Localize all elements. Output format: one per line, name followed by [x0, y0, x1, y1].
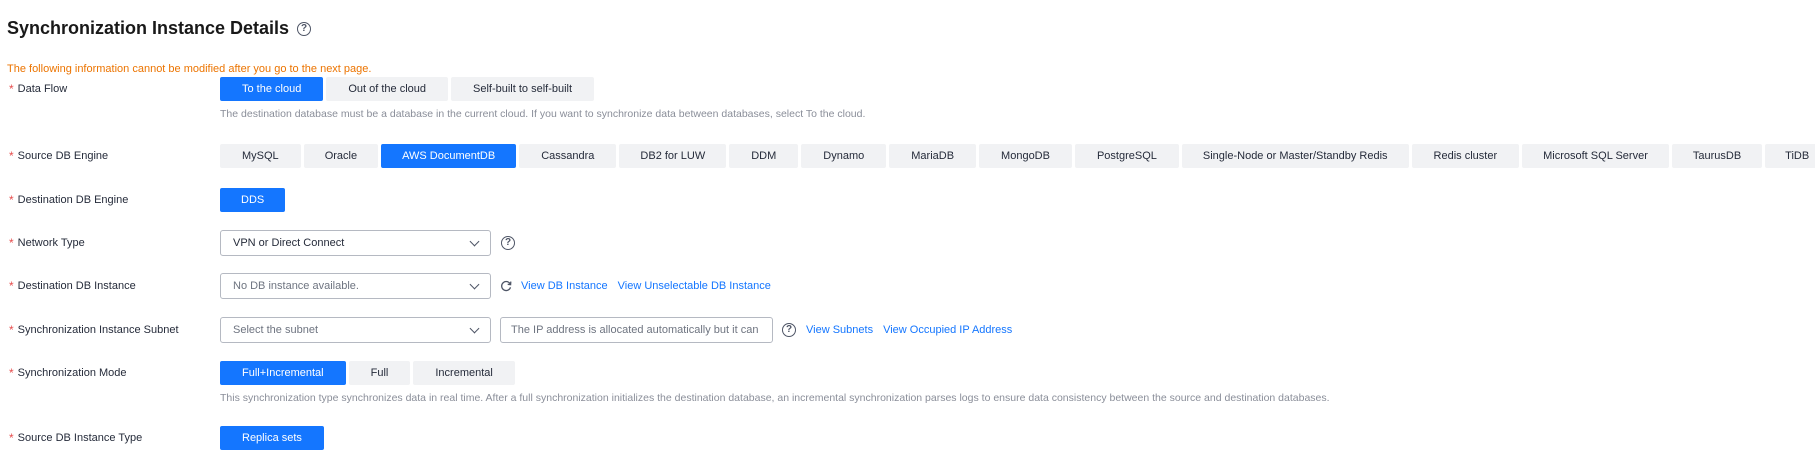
- source-engine-option[interactable]: MySQL: [220, 144, 301, 168]
- data-flow-label: * Data Flow: [9, 78, 67, 100]
- sync-mode-option[interactable]: Full+Incremental: [220, 361, 346, 385]
- source-engine-label-text: Source DB Engine: [17, 150, 109, 162]
- dest-instance-select[interactable]: No DB instance available.: [220, 273, 491, 299]
- source-engine-option[interactable]: DB2 for LUW: [619, 144, 727, 168]
- source-engine-option[interactable]: Cassandra: [519, 144, 617, 168]
- required-mark: *: [9, 236, 14, 250]
- source-engine-options: MySQL Oracle AWS DocumentDB Cassandra DB2 fo…: [220, 144, 1815, 168]
- required-mark: *: [9, 193, 14, 207]
- source-engine-option[interactable]: Microsoft SQL Server: [1522, 144, 1669, 168]
- chevron-down-icon: [469, 323, 480, 333]
- dest-engine-options: DDS: [220, 188, 286, 212]
- data-flow-option[interactable]: Self-built to self-built: [451, 77, 595, 101]
- dest-instance-placeholder: No DB instance available.: [233, 280, 359, 292]
- subnet-label-text: Synchronization Instance Subnet: [17, 324, 179, 336]
- dest-instance-control: No DB instance available. View DB Instan…: [220, 273, 771, 299]
- network-type-control: VPN or Direct Connect ?: [220, 230, 515, 256]
- data-flow-label-text: Data Flow: [17, 83, 68, 95]
- source-engine-option[interactable]: TiDB: [1765, 144, 1815, 168]
- required-mark: *: [9, 82, 14, 96]
- sync-mode-label: * Synchronization Mode: [9, 362, 127, 384]
- source-engine-option[interactable]: Oracle: [303, 144, 379, 168]
- view-occupied-ip-link[interactable]: View Occupied IP Address: [883, 324, 1012, 336]
- source-engine-option[interactable]: MariaDB: [889, 144, 977, 168]
- network-type-label-text: Network Type: [17, 237, 85, 249]
- source-instance-type-options: Replica sets: [220, 426, 324, 450]
- data-flow-segment: To the cloud Out of the cloud Self-built t…: [220, 77, 595, 101]
- help-icon[interactable]: ?: [782, 323, 796, 337]
- sync-mode-label-text: Synchronization Mode: [17, 367, 127, 379]
- network-type-label: * Network Type: [9, 232, 85, 254]
- source-engine-option[interactable]: TaurusDB: [1671, 144, 1763, 168]
- sync-mode-option[interactable]: Incremental: [413, 361, 515, 385]
- network-type-value: VPN or Direct Connect: [233, 237, 345, 249]
- subnet-control: Select the subnet The IP address is allo…: [220, 317, 1012, 343]
- sync-mode-options: Full+Incremental Full Incremental: [220, 361, 515, 385]
- notice-text: The following information cannot be modi…: [7, 63, 372, 75]
- source-engine-segment: MySQL Oracle AWS DocumentDB Cassandra DB2 fo…: [220, 144, 1815, 168]
- source-instance-type-label: * Source DB Instance Type: [9, 427, 142, 449]
- page-title: Synchronization Instance Details ?: [7, 18, 312, 39]
- network-type-select[interactable]: VPN or Direct Connect: [220, 230, 491, 256]
- data-flow-option[interactable]: Out of the cloud: [326, 77, 448, 101]
- source-engine-label: * Source DB Engine: [9, 145, 108, 167]
- sync-mode-hint: This synchronization type synchronizes d…: [220, 392, 1330, 404]
- source-instance-type-label-text: Source DB Instance Type: [17, 432, 143, 444]
- required-mark: *: [9, 366, 14, 380]
- help-icon[interactable]: ?: [297, 21, 312, 36]
- required-mark: *: [9, 323, 14, 337]
- chevron-down-icon: [469, 279, 480, 289]
- source-engine-option[interactable]: Single-Node or Master/Standby Redis: [1181, 144, 1409, 168]
- data-flow-options: To the cloud Out of the cloud Self-built t…: [220, 77, 595, 101]
- view-subnets-link[interactable]: View Subnets: [806, 324, 873, 336]
- ip-address-input[interactable]: The IP address is allocated automaticall…: [500, 317, 773, 343]
- view-unselectable-link[interactable]: View Unselectable DB Instance: [618, 280, 771, 292]
- source-instance-type-segment: Replica sets: [220, 426, 324, 450]
- subnet-label: * Synchronization Instance Subnet: [9, 319, 179, 341]
- chevron-down-icon: [469, 236, 480, 246]
- dest-engine-label-text: Destination DB Engine: [17, 194, 129, 206]
- data-flow-hint: The destination database must be a datab…: [220, 108, 866, 120]
- dest-engine-segment: DDS: [220, 188, 286, 212]
- subnet-select[interactable]: Select the subnet: [220, 317, 491, 343]
- dest-engine-label: * Destination DB Engine: [9, 189, 128, 211]
- dest-instance-label-text: Destination DB Instance: [17, 280, 136, 292]
- view-db-instance-link[interactable]: View DB Instance: [521, 280, 608, 292]
- data-flow-option[interactable]: To the cloud: [220, 77, 324, 101]
- dest-engine-option[interactable]: DDS: [220, 188, 286, 212]
- source-engine-option[interactable]: Dynamo: [801, 144, 887, 168]
- source-engine-option[interactable]: AWS DocumentDB: [381, 144, 517, 168]
- dest-instance-label: * Destination DB Instance: [9, 275, 136, 297]
- sync-mode-option[interactable]: Full: [348, 361, 411, 385]
- source-instance-type-option[interactable]: Replica sets: [220, 426, 324, 450]
- required-mark: *: [9, 431, 14, 445]
- sync-mode-segment: Full+Incremental Full Incremental: [220, 361, 515, 385]
- source-engine-option[interactable]: PostgreSQL: [1074, 144, 1179, 168]
- source-engine-option[interactable]: MongoDB: [979, 144, 1072, 168]
- required-mark: *: [9, 149, 14, 163]
- subnet-placeholder: Select the subnet: [233, 324, 319, 336]
- help-icon[interactable]: ?: [501, 236, 515, 250]
- required-mark: *: [9, 279, 14, 293]
- source-engine-option[interactable]: DDM: [729, 144, 799, 168]
- page-title-text: Synchronization Instance Details: [7, 18, 290, 38]
- source-engine-option[interactable]: Redis cluster: [1411, 144, 1520, 168]
- refresh-icon[interactable]: [500, 280, 512, 292]
